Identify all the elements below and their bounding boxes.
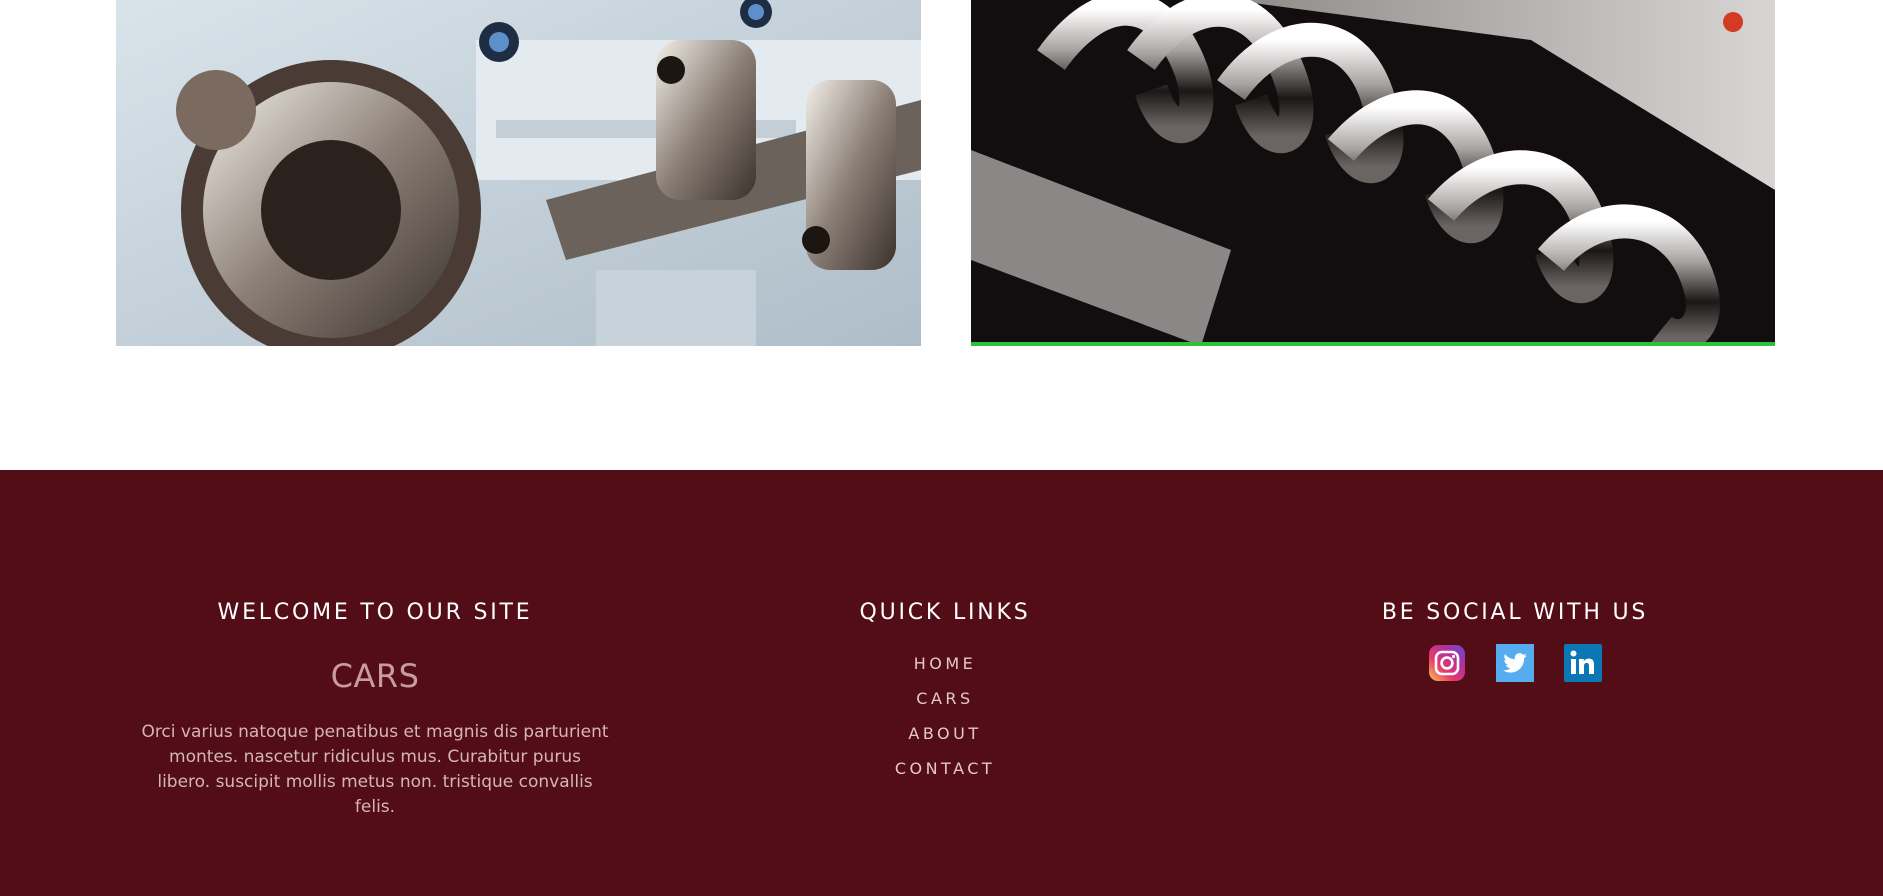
instagram-icon[interactable] <box>1428 644 1466 682</box>
list-item: CONTACT <box>795 751 1095 786</box>
social-column: BE SOCIAL WITH US <box>1315 600 1715 682</box>
welcome-column: WELCOME TO OUR SITE CARS Orci varius nat… <box>125 600 625 820</box>
welcome-text: Orci varius natoque penatibus et magnis … <box>141 722 609 817</box>
social-icons <box>1315 644 1715 682</box>
quick-links-list: HOME CARS ABOUT CONTACT <box>795 646 1095 786</box>
twitter-icon[interactable] <box>1496 644 1534 682</box>
image-gallery <box>0 0 1883 470</box>
contact-link[interactable]: CONTACT <box>895 759 995 778</box>
home-link[interactable]: HOME <box>914 654 977 673</box>
welcome-title: WELCOME TO OUR SITE <box>217 600 533 625</box>
exhaust-headers-photo <box>971 0 1775 346</box>
brand-name: CARS <box>330 657 420 695</box>
social-title: BE SOCIAL WITH US <box>1381 600 1649 625</box>
list-item: ABOUT <box>795 716 1095 751</box>
about-link[interactable]: ABOUT <box>908 724 981 743</box>
cars-link[interactable]: CARS <box>916 689 973 708</box>
site-footer: WELCOME TO OUR SITE CARS Orci varius nat… <box>0 470 1883 896</box>
linkedin-icon[interactable] <box>1564 644 1602 682</box>
list-item: HOME <box>795 646 1095 681</box>
quick-links-title: QUICK LINKS <box>859 600 1031 625</box>
engine-gears-photo <box>116 0 921 346</box>
list-item: CARS <box>795 681 1095 716</box>
quick-links-column: QUICK LINKS HOME CARS ABOUT CONTACT <box>795 600 1095 786</box>
